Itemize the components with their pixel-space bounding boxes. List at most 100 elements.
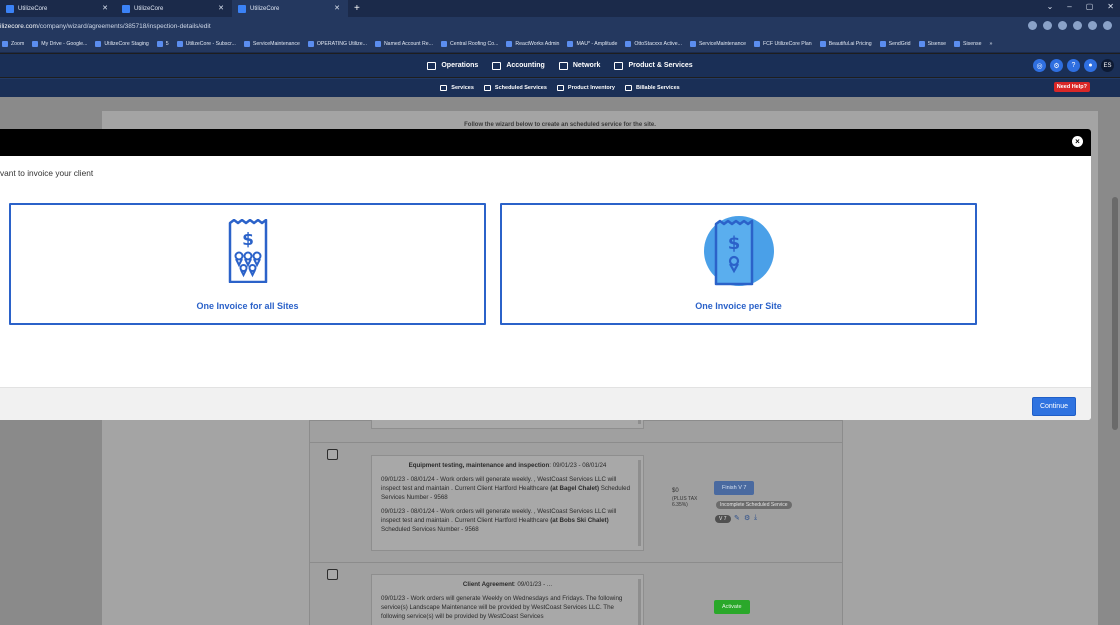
download-icon[interactable]: ⤓ [754,514,757,522]
description-scrollbar[interactable] [638,460,641,546]
bookmark-favicon-icon [954,40,961,47]
nav-accounting[interactable]: Accounting [492,61,545,70]
receipt-single-pin-icon: $ [703,216,774,286]
app-primary-nav: Operations Accounting Network Product & … [0,54,1120,77]
url-text[interactable]: ilizecore.com/company/wizard/agreements/… [0,23,211,30]
subnav-services[interactable]: Services [440,85,474,91]
settings-gear-icon[interactable]: ⚙ [1050,59,1063,72]
row-checkbox[interactable] [327,569,338,580]
puzzle-icon[interactable] [1073,21,1082,30]
service-detail: 09/01/23 - Work orders will generate Wee… [381,594,623,620]
user-avatar[interactable]: ES [1101,59,1114,72]
service-detail: 09/01/23 - 08/01/24 - Work orders will g… [381,475,631,501]
header-actions: ◎ ⚙ ? ● ES [1033,59,1114,72]
edit-pencil-icon[interactable]: ✎ [734,514,740,522]
truck-icon [483,85,491,91]
close-tab-icon[interactable]: ✕ [102,4,108,12]
settings-gear-icon[interactable]: ⚙ [744,514,750,522]
row-checkbox[interactable] [327,449,338,460]
help-question-icon[interactable]: ? [1067,59,1080,72]
bookmark-item[interactable]: OPERATING Utilize... [307,40,367,47]
bookmark-item[interactable]: MAU* - Amplitude [567,40,617,47]
service-price: $0 (PLUS TAX 6.35%) [672,488,698,509]
browser-tab-bar: UtilizeCore ✕ UtilizeCore ✕ UtilizeCore ✕ +… [0,0,1120,17]
page-scrollbar[interactable] [1110,97,1120,625]
bookmarks-bar: Zoom My Drive - Google... UtilizeCore Stag… [0,35,1120,53]
bookmark-favicon-icon [879,40,886,47]
bookmark-item[interactable]: Sisense [954,40,982,47]
bookmark-favicon-icon [32,40,39,47]
bookmark-favicon-icon [567,40,574,47]
bookmark-item[interactable]: OttoStacxxx Active... [625,40,682,47]
bookmark-favicon-icon [95,40,102,47]
receipt-multi-pin-icon: $ [228,219,267,283]
nav-operations[interactable]: Operations [427,61,478,70]
close-tab-icon[interactable]: ✕ [334,4,340,12]
browser-tab[interactable]: UtilizeCore ✕ [116,0,232,17]
bookmark-favicon-icon [506,40,513,47]
subnav-billable-services[interactable]: Billable Services [624,85,680,91]
continue-button[interactable]: Continue [1031,397,1076,416]
bookmark-favicon-icon [689,40,696,47]
option-one-invoice-all-sites[interactable]: $ One Invoice for all Sites [9,203,486,325]
extension-icon[interactable] [1058,21,1067,30]
bookmark-item[interactable]: ServiceMaintenance [689,40,746,47]
browser-tab-active[interactable]: UtilizeCore ✕ [232,0,348,17]
status-badge: Incomplete Scheduled Service [716,501,792,509]
scrollbar-thumb[interactable] [1112,197,1118,430]
subnav-scheduled-services[interactable]: Scheduled Services [483,85,547,91]
bookmark-favicon-icon [440,40,447,47]
browser-extension-icons [1028,21,1112,30]
close-tab-icon[interactable]: ✕ [218,4,224,12]
scheduled-services-list: Equipment testing, maintenance and inspe… [309,413,843,625]
favicon-icon [238,4,246,13]
invoice-type-modal: × vant to invoice your client $ One Invo… [0,129,1091,420]
bookmark-item[interactable]: Named Account Re... [374,40,433,47]
new-tab-button[interactable]: + [348,3,366,14]
bookmark-item[interactable]: ServiceMaintenance [243,40,300,47]
bookmark-item[interactable]: UtilizeCore - Subscr... [176,40,236,47]
bookmark-item[interactable]: 5 [156,40,169,47]
wallet-icon [492,61,502,70]
need-help-button[interactable]: Need Help? [1053,82,1090,92]
bookmark-item[interactable]: Sisense [918,40,946,47]
address-bar[interactable]: ilizecore.com/company/wizard/agreements/… [0,17,1120,35]
bookmark-star-icon[interactable] [1043,21,1052,30]
bookmark-item[interactable]: » [990,41,993,47]
nav-product-services[interactable]: Product & Services [614,61,693,70]
subnav-product-inventory[interactable]: Product Inventory [556,85,615,91]
nav-network[interactable]: Network [558,61,600,70]
favicon-icon [122,4,130,13]
browser-tab[interactable]: UtilizeCore ✕ [0,0,116,17]
maximize-button[interactable]: ▢ [1086,2,1094,11]
list-item: Client Agreement: 09/01/23 - ... 09/01/2… [310,562,842,625]
bookmark-item[interactable]: FCF UtilizeCore Plan [753,40,812,47]
bookmark-item[interactable]: SendGrid [879,40,911,47]
bookmark-favicon-icon [2,40,8,47]
tab-search-icon[interactable]: ⌄ [1047,2,1054,11]
minimize-button[interactable]: – [1067,2,1071,11]
description-scrollbar[interactable] [638,579,641,625]
globe-icon[interactable]: ◎ [1033,59,1046,72]
bookmark-item[interactable]: My Drive - Google... [32,40,87,47]
window-controls: ⌄ – ▢ ✕ [1047,2,1114,11]
app-secondary-nav: Services Scheduled Services Product Inve… [0,78,1120,97]
option-label: One Invoice per Site [695,301,782,311]
finish-version-button[interactable]: Finish V 7 [714,481,755,495]
inventory-icon [556,85,564,91]
option-one-invoice-per-site[interactable]: $ One Invoice per Site [500,203,977,325]
activate-button[interactable]: Activate [714,600,750,614]
close-window-button[interactable]: ✕ [1107,2,1114,11]
chat-icon[interactable]: ● [1084,59,1097,72]
option-label: One Invoice for all Sites [196,301,299,311]
favicon-icon [6,4,14,13]
bookmark-item[interactable]: ReactWorks Admin [506,40,559,47]
bookmark-item[interactable]: UtilizeCore Staging [95,40,149,47]
bookmark-item[interactable]: Zoom [2,40,24,47]
share-icon[interactable] [1028,21,1037,30]
profile-icon[interactable] [1103,21,1112,30]
bookmark-item[interactable]: Central Roofing Co... [440,40,498,47]
sidebar-icon[interactable] [1088,21,1097,30]
bookmark-item[interactable]: Beautiful.ai Pricing [819,40,872,47]
close-icon[interactable]: × [1072,136,1083,147]
